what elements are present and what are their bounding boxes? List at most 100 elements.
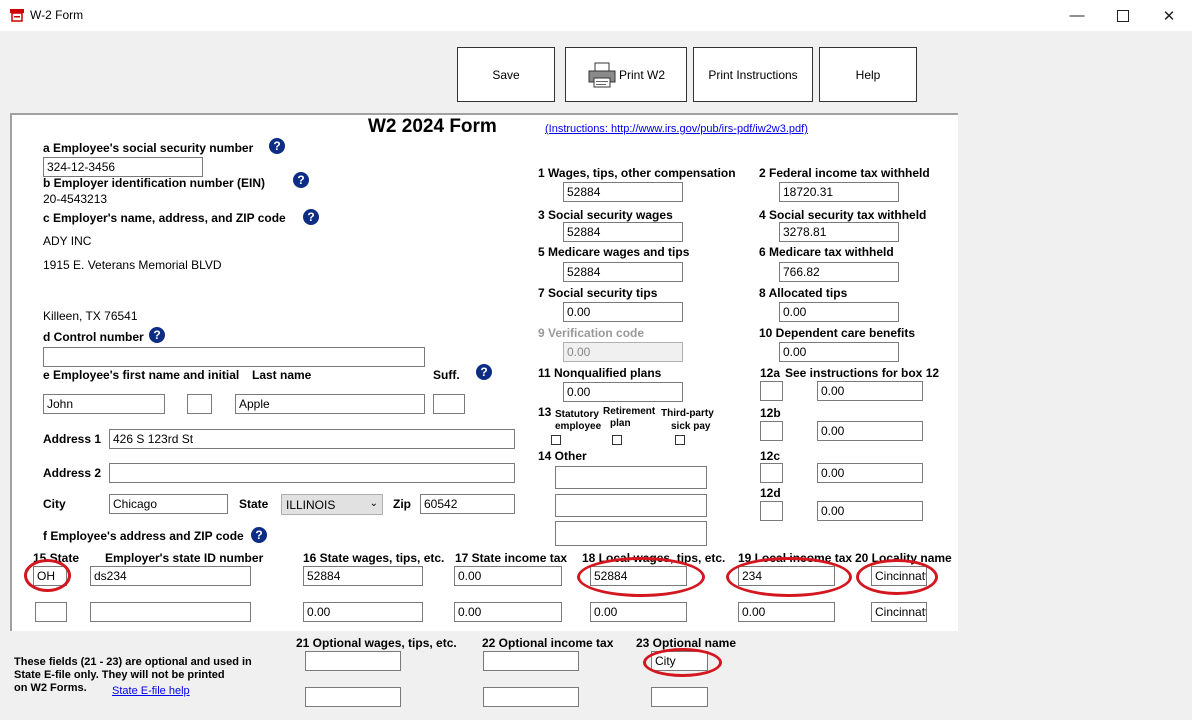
box12d-label: 12d [760,486,781,500]
box7-label: 7 Social security tips [538,286,658,300]
employer-name: ADY INC [43,234,92,248]
third-party-checkbox[interactable] [675,435,685,445]
address2-label: Address 2 [43,466,102,480]
box17-input-2[interactable]: 0.00 [454,602,562,622]
instructions-link[interactable]: (Instructions: http://www.irs.gov/pub/ir… [545,123,808,135]
box14-input-1[interactable] [555,466,707,489]
box1-label: 1 Wages, tips, other compensation [538,166,736,180]
ssn-label: a Employee's social security number [43,141,254,155]
annotation-circle-state [24,559,71,592]
box16-input-2[interactable]: 0.00 [303,602,423,622]
retirement-label: Retirement [603,406,656,417]
box12a-amount-input[interactable]: 0.00 [817,381,923,401]
control-number-input[interactable] [43,347,425,367]
box22-input-2[interactable] [483,687,579,707]
box3-input[interactable]: 52884 [563,222,683,242]
optional-note-line2: State E-file only. They will not be prin… [14,669,225,681]
box12d-code-input[interactable] [760,501,783,521]
minimize-button[interactable]: — [1054,0,1100,31]
city-input[interactable]: Chicago [109,494,228,514]
box22-label: 22 Optional income tax [482,636,614,650]
print-instructions-label: Print Instructions [708,67,798,82]
employer-help-icon[interactable]: ? [303,209,319,225]
box8-input[interactable]: 0.00 [779,302,899,322]
w2-app-icon [10,9,24,22]
box21-input-2[interactable] [305,687,401,707]
state-id-input-2[interactable] [90,602,251,622]
ein-help-icon[interactable]: ? [293,172,309,188]
box17-input-1[interactable]: 0.00 [454,566,562,586]
ssn-input[interactable]: 324-12-3456 [43,157,203,177]
help-button[interactable]: Help [819,47,917,102]
print-w2-button[interactable]: Print W2 [565,47,687,102]
employee-address-help-icon[interactable]: ? [251,527,267,543]
close-icon: ✕ [1162,7,1176,25]
box11-label: 11 Nonqualified plans [538,366,662,380]
box4-input[interactable]: 3278.81 [779,222,899,242]
minimize-icon: — [1069,7,1085,24]
last-name-input[interactable]: Apple [235,394,425,414]
optional-note-line1: These fields (21 - 23) are optional and … [14,656,252,668]
box12c-code-input[interactable] [760,463,783,483]
box23-input-2[interactable] [651,687,708,707]
address2-input[interactable] [109,463,515,483]
box14-label: 14 Other [538,449,587,463]
print-instructions-button[interactable]: Print Instructions [693,47,813,102]
statutory-label: Statutory [555,409,599,420]
state-code-input-2[interactable] [35,602,67,622]
state-select[interactable]: ILLINOIS ⌄ [281,494,383,515]
suffix-input[interactable] [433,394,465,414]
box20-input-2[interactable]: Cincinnatti [871,602,927,622]
control-number-help-icon[interactable]: ? [149,327,165,343]
annotation-circle-local-wages [577,557,705,597]
box18-input-2[interactable]: 0.00 [590,602,687,622]
box22-input-1[interactable] [483,651,579,671]
ssn-help-icon[interactable]: ? [269,138,285,154]
box14-input-2[interactable] [555,494,707,517]
box12a-code-input[interactable] [760,381,783,401]
box11-input[interactable]: 0.00 [563,382,683,402]
box2-label: 2 Federal income tax withheld [759,166,930,180]
box12c-amount-input[interactable]: 0.00 [817,463,923,483]
box12b-code-input[interactable] [760,421,783,441]
box5-input[interactable]: 52884 [563,262,683,282]
initial-input[interactable] [187,394,212,414]
employer-label: c Employer's name, address, and ZIP code [43,211,286,225]
employee-help-icon[interactable]: ? [476,364,492,380]
box17-label: 17 State income tax [455,551,568,565]
box10-input[interactable]: 0.00 [779,342,899,362]
chevron-down-icon: ⌄ [369,498,378,509]
state-id-input-1[interactable]: ds234 [90,566,251,586]
title-bar: W-2 Form — ✕ [0,0,1192,31]
box4-label: 4 Social security tax withheld [759,208,927,222]
box8-label: 8 Allocated tips [759,286,848,300]
ein-value: 20-4543213 [43,192,108,206]
annotation-circle-locality [856,559,938,595]
annotation-circle-optional-name [643,648,722,677]
retirement-checkbox[interactable] [612,435,622,445]
box12b-amount-input[interactable]: 0.00 [817,421,923,441]
box1-input[interactable]: 52884 [563,182,683,202]
box5-label: 5 Medicare wages and tips [538,245,690,259]
save-button[interactable]: Save [457,47,555,102]
statutory-checkbox[interactable] [551,435,561,445]
box19-input-2[interactable]: 0.00 [738,602,835,622]
box2-input[interactable]: 18720.31 [779,182,899,202]
close-button[interactable]: ✕ [1146,0,1192,31]
box9-label: 9 Verification code [538,326,645,340]
address1-input[interactable]: 426 S 123rd St [109,429,515,449]
city-label: City [43,497,66,511]
zip-input[interactable]: 60542 [420,494,515,514]
box14-input-3[interactable] [555,521,707,546]
first-name-input[interactable]: John [43,394,165,414]
employer-city-state: Killeen, TX 76541 [43,309,138,323]
state-efile-help-link[interactable]: State E-file help [112,685,190,697]
box21-input-1[interactable] [305,651,401,671]
box6-input[interactable]: 766.82 [779,262,899,282]
box16-input-1[interactable]: 52884 [303,566,423,586]
box12d-amount-input[interactable]: 0.00 [817,501,923,521]
address1-label: Address 1 [43,432,102,446]
optional-note-line3: on W2 Forms. [14,682,87,694]
box7-input[interactable]: 0.00 [563,302,683,322]
maximize-button[interactable] [1100,0,1146,31]
